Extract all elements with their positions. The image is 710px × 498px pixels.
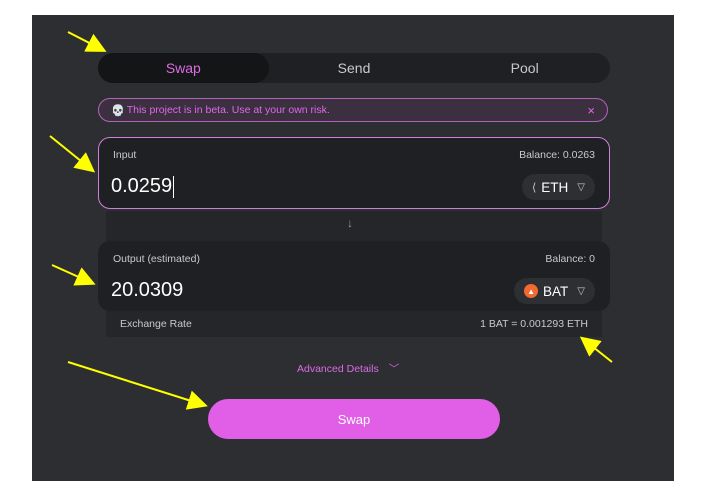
annotation-arrow (67, 31, 107, 52)
annotation-arrow (67, 361, 208, 410)
annotation-arrow (579, 336, 613, 363)
annotation-arrow (51, 264, 96, 286)
annotation-arrows (49, 31, 613, 410)
annotation-arrow (49, 135, 96, 173)
